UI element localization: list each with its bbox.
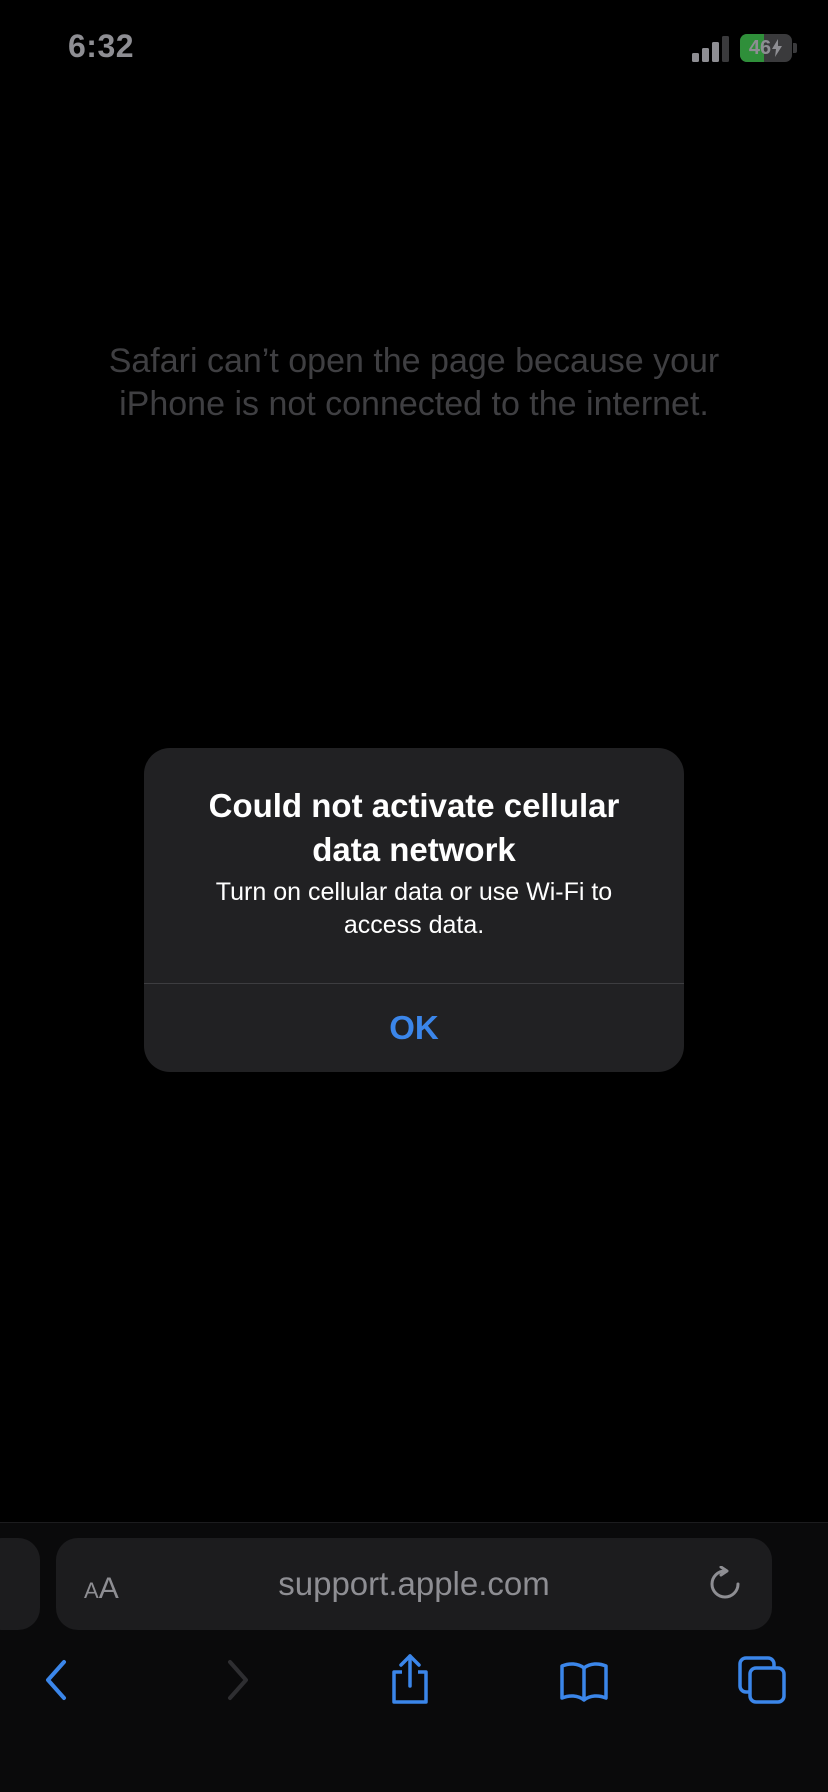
status-time: 6:32 <box>68 28 135 64</box>
previous-tab-preview[interactable] <box>0 1538 40 1630</box>
bookmarks-icon[interactable] <box>556 1652 612 1708</box>
share-icon[interactable] <box>382 1652 438 1708</box>
cellular-signal-icon <box>692 36 729 62</box>
alert-title: Could not activate cellular data network <box>208 787 620 868</box>
back-icon[interactable] <box>30 1652 86 1708</box>
format-small-a: A <box>84 1578 99 1603</box>
page-format-button[interactable]: A A <box>84 1562 134 1606</box>
charging-bolt-icon <box>772 39 783 57</box>
alert-message: Turn on cellular data or use Wi-Fi to ac… <box>215 878 613 939</box>
battery-percent: 46 <box>748 36 772 59</box>
format-large-a: A <box>98 1572 119 1605</box>
battery-nub <box>793 43 797 53</box>
safari-screen: 6:32 46 Safari can’t open the page becau… <box>0 0 828 1792</box>
battery-icon: 46 <box>740 34 792 62</box>
tabs-icon[interactable] <box>734 1652 790 1708</box>
battery-level-text: 46 <box>740 34 792 62</box>
alert-dialog: Could not activate cellular data network… <box>144 748 684 1072</box>
url-field[interactable]: support.apple.com <box>200 1562 628 1606</box>
forward-icon <box>228 1660 248 1700</box>
status-bar: 6:32 46 <box>0 0 828 100</box>
alert-body: Could not activate cellular data network… <box>144 784 684 942</box>
ok-button[interactable]: OK <box>144 984 684 1072</box>
reload-icon[interactable] <box>707 1566 743 1602</box>
page-error-message: Safari can’t open the page because your … <box>108 342 720 423</box>
